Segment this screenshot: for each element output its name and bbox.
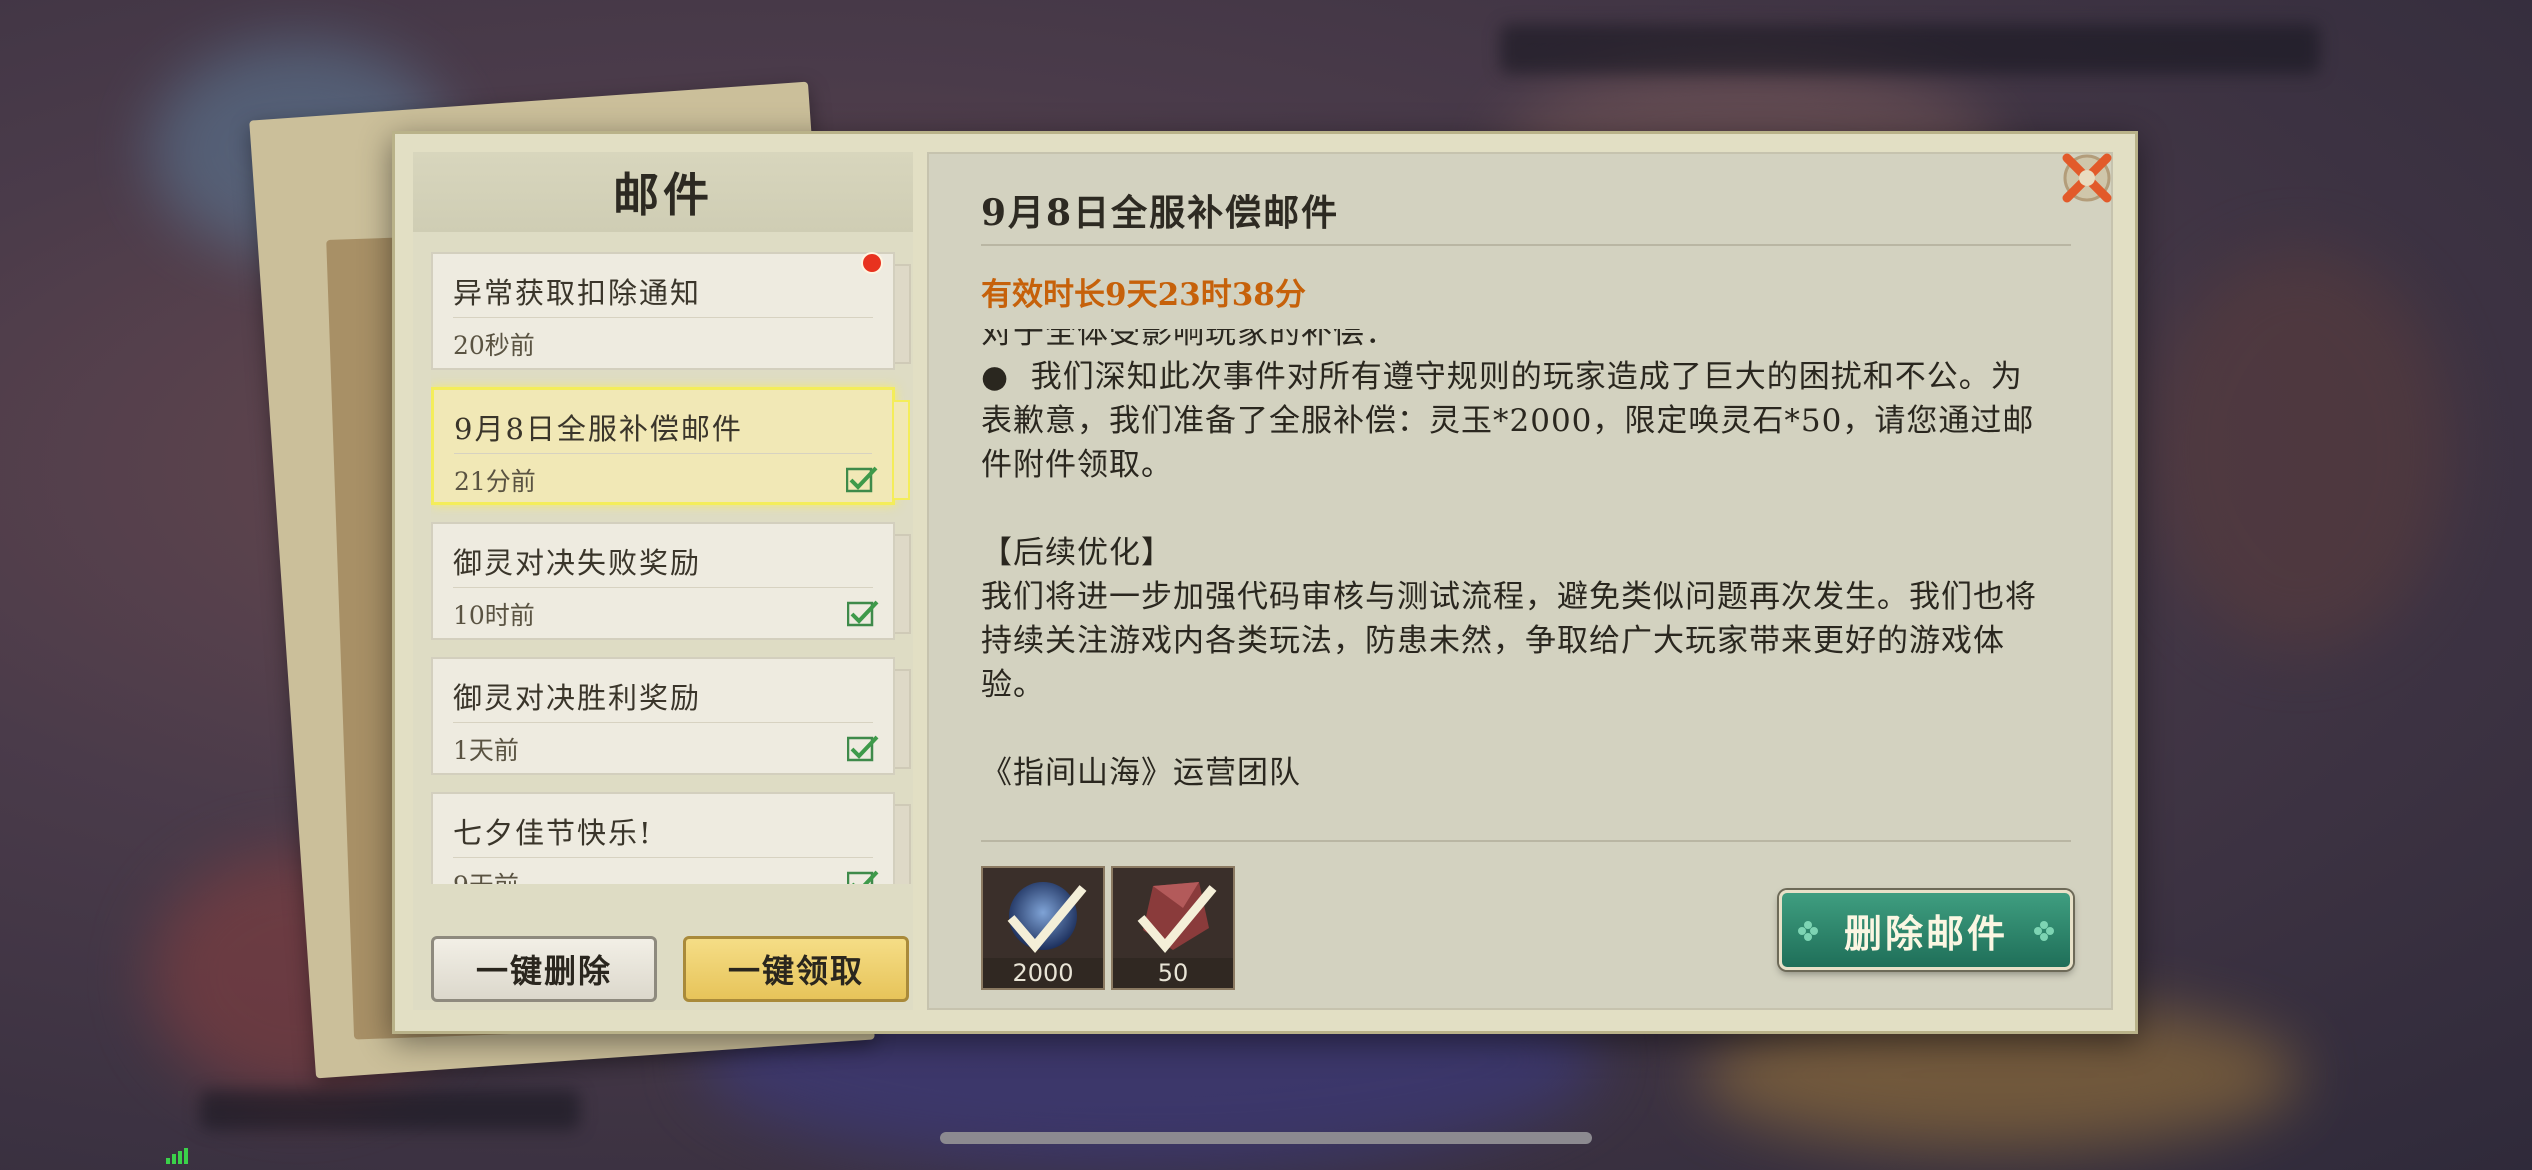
mail-item-tab [894, 400, 910, 500]
blue-gem-icon [983, 868, 1103, 958]
mail-item-time: 20秒前 [453, 331, 535, 360]
mail-item-name: 御灵对决胜利奖励 [453, 681, 702, 715]
divider [454, 453, 872, 454]
ornament-icon [2034, 921, 2054, 941]
attachment-count: 50 [1113, 958, 1233, 988]
mail-item-tab [895, 669, 911, 769]
divider [981, 244, 2071, 246]
unread-dot-icon [861, 252, 883, 274]
mail-body: 对于全体受影响玩家的补偿： ● 我们深知此次事件对所有遵守规则的玩家造成了巨大的… [981, 329, 2037, 791]
check-icon [846, 466, 878, 493]
mail-item-time: 1天前 [453, 736, 519, 765]
mail-item-name: 七夕佳节快乐! [453, 816, 653, 850]
mail-item-time: 21分前 [454, 467, 536, 496]
mail-item[interactable]: 异常获取扣除通知 20秒前 [431, 252, 911, 370]
mail-title: 9月8日全服补偿邮件 [981, 192, 1340, 234]
mail-item-name: 异常获取扣除通知 [453, 276, 702, 310]
check-icon [847, 735, 879, 762]
mail-dialog: 邮件 异常获取扣除通知 20秒前 9月8日全服补偿邮件 21分前 御灵对决失败奖… [392, 131, 2138, 1034]
divider [453, 587, 873, 588]
mail-item-time: 10时前 [453, 601, 535, 630]
validity-text: 有效时长9天23时38分 [981, 277, 1306, 313]
check-icon [847, 870, 879, 884]
attachment-item[interactable]: 2000 [981, 866, 1105, 990]
close-icon[interactable] [2055, 146, 2119, 210]
signal-icon [166, 1148, 188, 1164]
mail-item-name: 御灵对决失败奖励 [453, 546, 702, 580]
mail-item-selected[interactable]: 9月8日全服补偿邮件 21分前 [431, 387, 910, 505]
mail-item-tab [895, 264, 911, 364]
divider [981, 840, 2071, 842]
mail-list-panel: 邮件 异常获取扣除通知 20秒前 9月8日全服补偿邮件 21分前 御灵对决失败奖… [413, 152, 913, 1010]
home-indicator[interactable] [940, 1132, 1592, 1144]
red-stone-icon [1113, 868, 1233, 958]
delete-all-button[interactable]: 一键删除 [431, 936, 657, 1002]
attachment-item[interactable]: 50 [1111, 866, 1235, 990]
mail-item[interactable]: 御灵对决失败奖励 10时前 [431, 522, 911, 640]
divider [453, 317, 873, 318]
mail-item-tab [895, 534, 911, 634]
mail-item[interactable]: 七夕佳节快乐! 9天前 [431, 792, 911, 884]
mail-item-name: 9月8日全服补偿邮件 [454, 412, 743, 446]
ornament-icon [1798, 921, 1818, 941]
claim-all-button[interactable]: 一键领取 [683, 936, 909, 1002]
divider [453, 857, 873, 858]
mail-item-tab [895, 804, 911, 884]
mail-list[interactable]: 异常获取扣除通知 20秒前 9月8日全服补偿邮件 21分前 御灵对决失败奖励 1… [431, 252, 911, 884]
delete-mail-label: 删除邮件 [1843, 910, 2008, 956]
mail-item[interactable]: 御灵对决胜利奖励 1天前 [431, 657, 911, 775]
attachment-count: 2000 [983, 958, 1103, 988]
mail-body-scroll[interactable]: 对于全体受影响玩家的补偿： ● 我们深知此次事件对所有遵守规则的玩家造成了巨大的… [981, 329, 2041, 949]
mail-detail-panel: 9月8日全服补偿邮件 有效时长9天23时38分 对于全体受影响玩家的补偿： ● … [927, 152, 2113, 1010]
divider [453, 722, 873, 723]
panel-title: 邮件 [413, 152, 913, 232]
delete-mail-button[interactable]: 删除邮件 [1779, 890, 2073, 970]
check-icon [847, 600, 879, 627]
mail-item-time: 9天前 [453, 866, 519, 884]
